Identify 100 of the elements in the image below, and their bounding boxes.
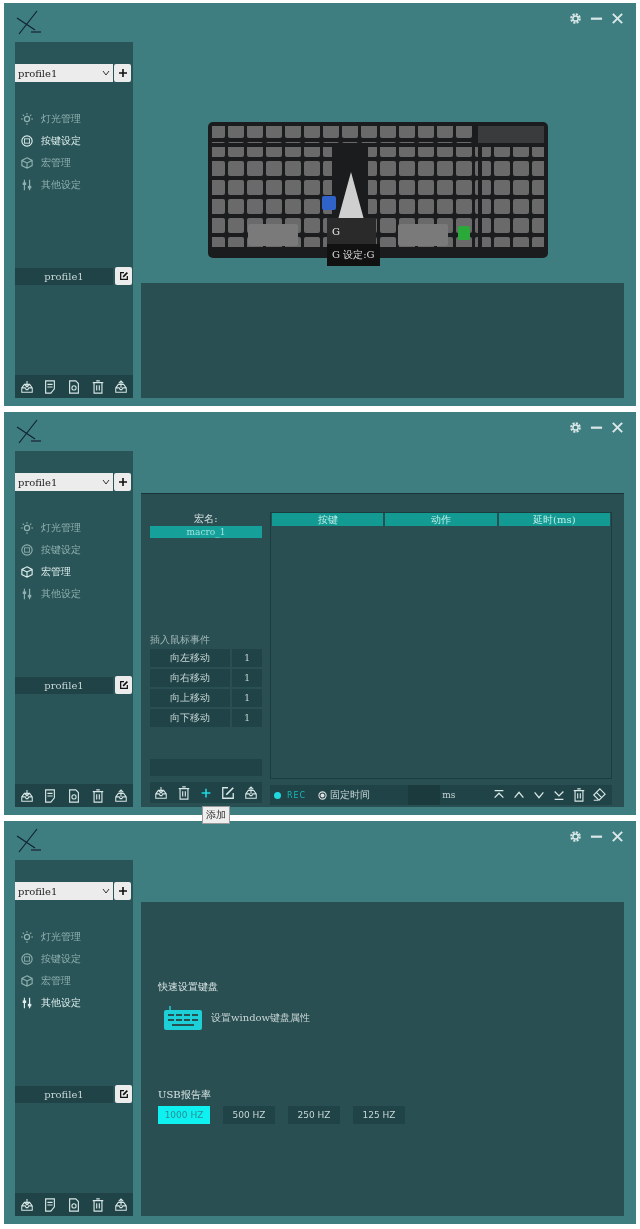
keys-icon — [21, 953, 33, 965]
column-header: 按键 — [272, 513, 384, 526]
sliders-icon — [21, 997, 33, 1009]
nav-item[interactable]: 其他设定 — [15, 174, 133, 196]
nav-item[interactable]: 按键设定 — [15, 539, 133, 561]
nav-item[interactable]: 宏管理 — [15, 561, 133, 583]
move-button[interactable]: 向下移动 — [150, 709, 230, 727]
import-icon[interactable] — [19, 788, 34, 803]
unit-label: ms — [442, 790, 456, 800]
rate-button[interactable]: 250 HZ — [288, 1106, 340, 1124]
sliders-icon — [21, 179, 33, 191]
export-icon[interactable] — [114, 379, 129, 394]
key-tooltip: G 设定:G — [327, 244, 380, 266]
edit-icon — [118, 680, 129, 690]
step-field[interactable]: 1 — [232, 709, 262, 727]
trash-icon[interactable] — [90, 379, 105, 394]
rec-label: REC — [287, 790, 307, 800]
plus-icon — [117, 886, 128, 896]
settings-icon[interactable] — [569, 12, 582, 25]
caret-icon — [102, 479, 110, 485]
nav-item[interactable]: 其他设定 — [15, 583, 133, 605]
edit-icon[interactable] — [221, 785, 236, 800]
edit-icon — [118, 271, 129, 281]
settings-icon[interactable] — [569, 421, 582, 434]
tooltip: 添加 — [202, 806, 230, 824]
cube-icon — [21, 157, 33, 169]
keyboard-icon[interactable] — [164, 1006, 202, 1030]
refresh-file-icon[interactable] — [67, 379, 81, 394]
profile-dropdown[interactable]: profile1 — [15, 64, 113, 82]
profile-name: profile1 — [15, 1085, 113, 1103]
add-profile-button[interactable] — [114, 473, 131, 491]
step-field[interactable]: 1 — [232, 689, 262, 707]
cube-icon — [21, 975, 33, 987]
close-icon[interactable] — [611, 12, 624, 25]
fixed-time-radio[interactable]: 固定时间 — [318, 788, 371, 802]
sliders-icon — [21, 588, 33, 600]
step-field[interactable]: 1 — [232, 669, 262, 687]
export-icon[interactable] — [243, 785, 258, 800]
rate-button[interactable]: 500 HZ — [223, 1106, 275, 1124]
nav-item[interactable]: 宏管理 — [15, 970, 133, 992]
import-icon[interactable] — [19, 1197, 34, 1212]
keys-icon — [21, 135, 33, 147]
add-profile-button[interactable] — [114, 882, 131, 900]
column-header: 延时(ms) — [498, 513, 610, 526]
move-button[interactable]: 向右移动 — [150, 669, 230, 687]
nav-item[interactable]: 灯光管理 — [15, 108, 133, 130]
refresh-file-icon[interactable] — [67, 1197, 81, 1212]
key-label: G — [327, 218, 376, 244]
cube-icon — [21, 566, 33, 578]
settings-icon[interactable] — [569, 830, 582, 843]
section-title: USB报告率 — [158, 1088, 212, 1102]
trash-icon[interactable] — [90, 1197, 105, 1212]
eraser-icon[interactable] — [592, 788, 606, 802]
bulb-icon — [21, 522, 33, 534]
import-icon[interactable] — [154, 785, 169, 800]
trash-icon[interactable] — [90, 788, 105, 803]
bulb-icon — [21, 931, 33, 943]
move-button[interactable]: 向左移动 — [150, 649, 230, 667]
macro-name-label: 宏名: — [194, 512, 218, 526]
notes-icon[interactable] — [43, 1197, 58, 1212]
profile-dropdown[interactable]: profile1 — [15, 882, 113, 900]
plus-icon — [117, 68, 128, 78]
nav-item[interactable]: 宏管理 — [15, 152, 133, 174]
notes-icon[interactable] — [43, 788, 58, 803]
section-title: 快速设置键盘 — [158, 980, 219, 994]
profile-dropdown[interactable]: profile1 — [15, 473, 113, 491]
move-button[interactable]: 向上移动 — [150, 689, 230, 707]
edit-button[interactable] — [115, 267, 132, 285]
profile-name: profile1 — [15, 676, 113, 694]
record-dot-icon — [274, 791, 281, 799]
rate-button[interactable]: 125 HZ — [353, 1106, 405, 1124]
bulb-icon — [21, 113, 33, 125]
nav-item[interactable]: 其他设定 — [15, 992, 133, 1014]
plus-icon — [117, 477, 128, 487]
edit-button[interactable] — [115, 676, 132, 694]
step-field[interactable]: 1 — [232, 649, 262, 667]
nav-item[interactable]: 灯光管理 — [15, 926, 133, 948]
edit-button[interactable] — [115, 1085, 132, 1103]
keys-icon — [21, 544, 33, 556]
import-icon[interactable] — [19, 379, 34, 394]
keyboard-settings-link[interactable]: 设置window键盘属性 — [211, 1011, 311, 1025]
nav-item[interactable]: 按键设定 — [15, 130, 133, 152]
export-icon[interactable] — [114, 788, 129, 803]
refresh-file-icon[interactable] — [67, 788, 81, 803]
caret-icon — [102, 888, 110, 894]
profile-name: profile1 — [15, 267, 113, 285]
close-icon[interactable] — [611, 421, 624, 434]
export-icon[interactable] — [114, 1197, 129, 1212]
mouse-events-label: 插入鼠标事件 — [150, 633, 211, 647]
nav-item[interactable]: 灯光管理 — [15, 517, 133, 539]
add-profile-button[interactable] — [114, 64, 131, 82]
trash-icon[interactable] — [176, 785, 191, 800]
caret-icon — [102, 70, 110, 76]
close-icon[interactable] — [611, 830, 624, 843]
column-header: 动作 — [385, 513, 497, 526]
nav-item[interactable]: 按键设定 — [15, 948, 133, 970]
edit-icon — [118, 1089, 129, 1099]
trash-icon[interactable] — [572, 788, 586, 802]
move-bottom-icon[interactable] — [552, 788, 566, 802]
notes-icon[interactable] — [43, 379, 58, 394]
